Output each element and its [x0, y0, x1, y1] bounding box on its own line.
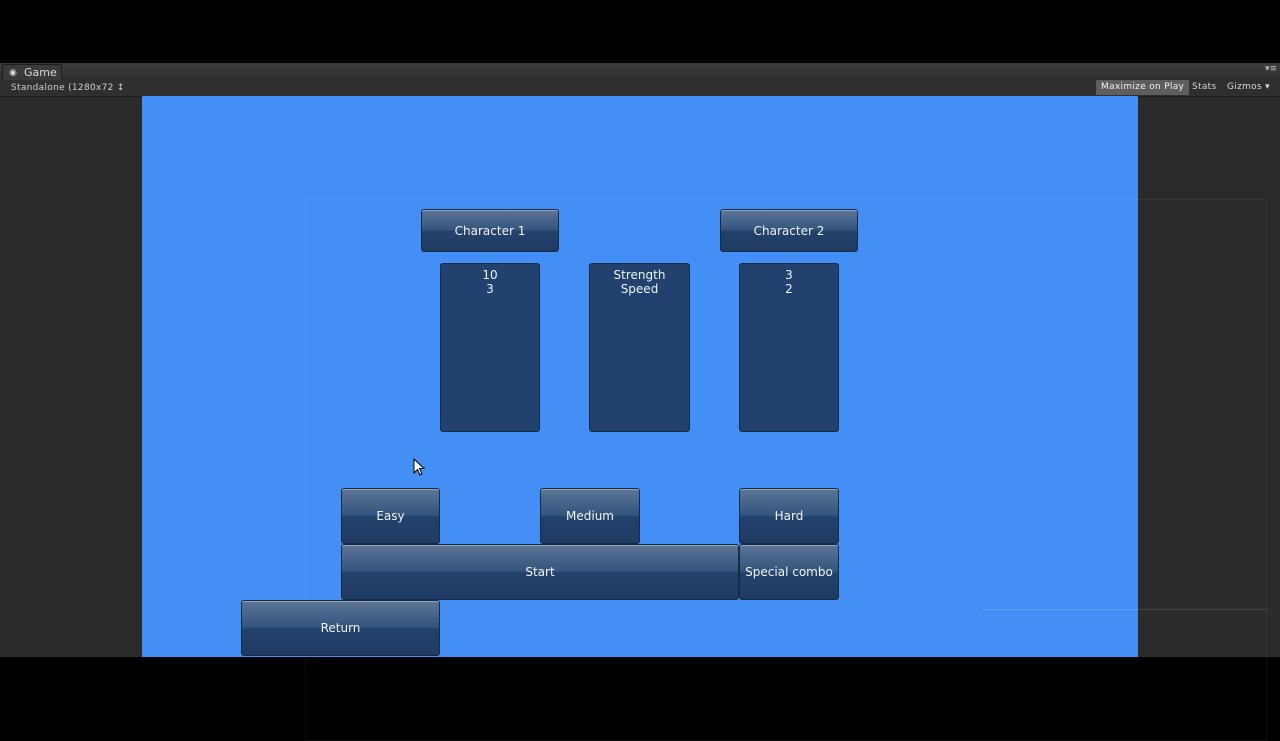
character-2-button[interactable]: Character 2	[720, 209, 858, 252]
mouse-cursor-icon	[413, 458, 425, 476]
gizmos-dropdown[interactable]: Gizmos ▾	[1222, 80, 1275, 95]
hard-button[interactable]: Hard	[739, 488, 839, 544]
resolution-dropdown[interactable]: Standalone (1280x72 ↕	[11, 81, 125, 95]
character-2-stats-panel: 3 2	[739, 263, 839, 432]
tab-options-menu-icon[interactable]: ▾≡	[1265, 64, 1277, 74]
char1-strength-value: 10	[482, 268, 498, 282]
char1-speed-value: 3	[486, 282, 494, 296]
stat-name-speed: Speed	[620, 282, 659, 296]
game-tab-bar: ◉ Game	[0, 63, 1280, 81]
tab-game-label: Game	[24, 66, 57, 79]
game-view-icon: ◉	[9, 68, 17, 78]
char2-speed-value: 2	[785, 282, 793, 296]
char2-strength-value: 3	[785, 268, 793, 282]
return-button[interactable]: Return	[241, 600, 440, 656]
viewport-guide-line	[982, 609, 1267, 610]
start-button[interactable]: Start	[341, 544, 739, 600]
character-1-stats-panel: 10 3	[440, 263, 540, 432]
special-combo-button[interactable]: Special combo	[739, 544, 839, 600]
stat-names-panel: Strength Speed	[589, 263, 690, 432]
medium-button[interactable]: Medium	[540, 488, 640, 544]
maximize-on-play-toggle[interactable]: Maximize on Play	[1096, 80, 1190, 95]
stat-name-strength: Strength	[613, 268, 666, 282]
game-toolbar	[0, 80, 1280, 97]
character-1-button[interactable]: Character 1	[421, 209, 559, 252]
easy-button[interactable]: Easy	[341, 488, 440, 544]
stats-toggle[interactable]: Stats	[1187, 80, 1221, 95]
tab-game[interactable]: ◉ Game	[2, 64, 62, 81]
